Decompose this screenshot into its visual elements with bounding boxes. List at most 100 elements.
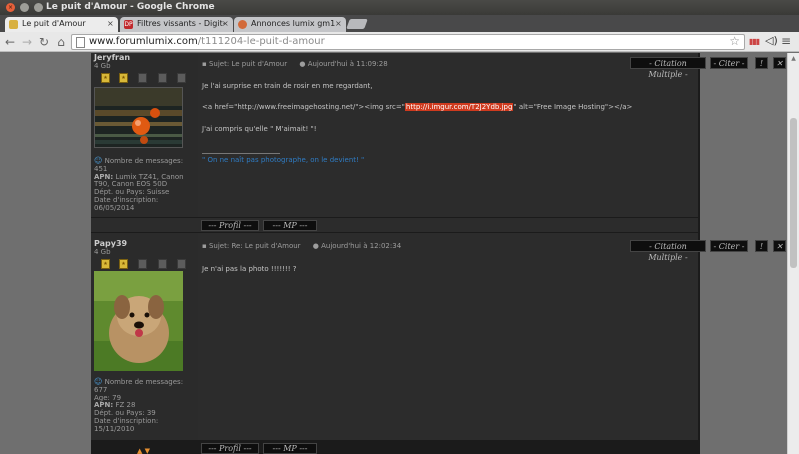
author-info: ☺ Nombre de messages: 451 APN: Lumix TZ4… — [94, 157, 198, 213]
rank-star-icon — [138, 73, 147, 83]
post-date: ● Aujourd'hui à 12:02:34 — [312, 242, 402, 250]
extension-chart-icon[interactable]: ▮▮▮ — [749, 35, 760, 49]
post-author-panel: Jeryfran 4 Gb ★ ★ ☺ Nombre de messages: … — [91, 53, 198, 232]
page-viewport: Jeryfran 4 Gb ★ ★ ☺ Nombre de messages: … — [0, 53, 787, 454]
rank-star-icon — [177, 259, 186, 269]
post-subject: ▪ Sujet: Le puit d'Amour — [202, 60, 288, 68]
window-minimize-button[interactable] — [20, 3, 29, 12]
post-rank: 4 Gb — [94, 62, 111, 70]
menu-icon[interactable]: ≡ — [781, 34, 791, 48]
author-join-date: Date d'inscription: 15/11/2010 — [94, 416, 159, 433]
forward-arrow-icon[interactable]: → — [20, 34, 34, 50]
site-favicon-icon — [238, 20, 247, 29]
messages-label: Nombre de messages: — [104, 378, 184, 386]
messages-label: Nombre de messages: — [104, 157, 184, 165]
window-maximize-button[interactable] — [34, 3, 43, 12]
forum-post: Jeryfran 4 Gb ★ ★ ☺ Nombre de messages: … — [91, 53, 786, 232]
moderate-tools-icon[interactable]: ✕ — [773, 240, 786, 252]
page-icon — [76, 37, 85, 48]
scrollbar-thumb[interactable] — [790, 118, 797, 268]
scroll-up-icon[interactable]: ▲ — [788, 55, 799, 62]
apn-label: APN: — [94, 401, 114, 410]
post-footer: --- Profil --- --- MP --- — [91, 218, 698, 232]
author-join-date: Date d'inscription: 06/05/2014 — [94, 195, 159, 212]
tab-filtres-vissants[interactable]: DP Filtres vissants - Digit- × — [120, 17, 233, 32]
post-author-panel: Papy39 4 Gb ★ ★ ☺ Nombre de messages: 67… — [91, 233, 198, 440]
rank-star-icon — [138, 259, 147, 269]
tab-label: Le puit d'Amour — [22, 19, 86, 28]
profile-button[interactable]: --- Profil --- — [201, 443, 259, 454]
apn-value: FZ 28 — [115, 401, 136, 410]
close-tab-icon[interactable]: × — [222, 17, 229, 31]
post-text-line: Je n'ai pas la photo !!!!!!! ? — [202, 265, 297, 273]
rank-star-icon: ★ — [101, 259, 110, 269]
address-bar[interactable]: www.forumlumix.com/t111204-le-puit-d-amo… — [71, 34, 745, 50]
avatar-image — [94, 271, 183, 371]
back-arrow-icon[interactable]: ← — [3, 34, 17, 50]
user-online-icon: ☺ — [94, 377, 103, 386]
rank-star-icon: ★ — [101, 73, 110, 83]
post-body: ▪ Sujet: Re: Le puit d'Amour ● Aujourd'h… — [198, 233, 786, 440]
profile-button[interactable]: --- Profil --- — [201, 220, 259, 231]
url-host: www.forumlumix.com — [89, 36, 198, 47]
rank-star-icon: ★ — [119, 259, 128, 269]
post-body: ▪ Sujet: Le puit d'Amour ● Aujourd'hui à… — [198, 53, 786, 217]
post-header: ▪ Sujet: Re: Le puit d'Amour ● Aujourd'h… — [202, 242, 411, 250]
window-title: Le puit d'Amour - Google Chrome — [46, 2, 215, 12]
post-text-line: J'ai compris qu'elle " M'aimait! "! — [202, 125, 317, 133]
author-info: ☺ Nombre de messages: 677 Age: 79 APN: F… — [94, 378, 198, 434]
report-button[interactable]: ! — [755, 240, 768, 252]
post-arrows-icon[interactable]: ▲ ▼ — [137, 447, 150, 454]
post-text-line: <a href="http://www.freeimagehosting.net… — [202, 103, 633, 111]
user-online-icon: ☺ — [94, 156, 103, 165]
forum-thread: Jeryfran 4 Gb ★ ★ ☺ Nombre de messages: … — [91, 53, 786, 454]
image-link[interactable]: http://i.imgur.com/T2J2Ydb.jpg — [404, 103, 514, 111]
tab-annonces-lumix[interactable]: Annonces lumix gm1 × — [234, 17, 346, 32]
tab-bar: Le puit d'Amour × DP Filtres vissants - … — [0, 15, 799, 32]
bookmark-star-icon[interactable]: ☆ — [729, 34, 740, 48]
extension-audio-icon[interactable]: ◁) — [765, 34, 778, 47]
post-header: ▪ Sujet: Le puit d'Amour ● Aujourd'hui à… — [202, 60, 398, 68]
window-close-button[interactable]: × — [6, 3, 15, 12]
rank-star-icon: ★ — [119, 73, 128, 83]
url-path: /t111204-le-puit-d-amour — [197, 36, 325, 47]
post-subject: ▪ Sujet: Re: Le puit d'Amour — [202, 242, 301, 250]
post-text-line: Je l'ai surprise en train de rosir en me… — [202, 82, 373, 90]
private-message-button[interactable]: --- MP --- — [263, 220, 317, 231]
signature-text: " On ne naît pas photographe, on le devi… — [202, 156, 365, 164]
rank-star-icon — [158, 73, 167, 83]
post-date: ● Aujourd'hui à 11:09:28 — [299, 60, 388, 68]
window-titlebar: × Le puit d'Amour - Google Chrome — [0, 0, 799, 15]
close-tab-icon[interactable]: × — [335, 17, 342, 31]
post-username[interactable]: Papy39 — [94, 239, 127, 248]
quote-button[interactable]: - Citer - — [710, 240, 748, 252]
avatar — [94, 271, 183, 371]
signature-divider — [202, 153, 280, 154]
tab-label: Filtres vissants - Digit- — [137, 19, 225, 28]
home-icon[interactable]: ⌂ — [54, 34, 68, 50]
vertical-scrollbar[interactable]: ▲ — [787, 53, 799, 454]
avatar — [94, 87, 183, 148]
avatar-image — [95, 88, 182, 147]
private-message-button[interactable]: --- MP --- — [263, 443, 317, 454]
post-username[interactable]: Jeryfran — [94, 53, 130, 62]
rank-star-icon — [158, 259, 167, 269]
tab-label: Annonces lumix gm1 — [251, 19, 336, 28]
browser-toolbar: ← → ↻ ⌂ www.forumlumix.com/t111204-le-pu… — [0, 32, 799, 52]
apn-label: APN: — [94, 172, 114, 181]
post-footer: --- Profil --- --- MP --- — [198, 441, 698, 454]
forum-post: Papy39 4 Gb ★ ★ ☺ Nombre de messages: 67… — [91, 233, 786, 454]
multi-quote-button[interactable]: - Citation Multiple - — [630, 57, 706, 79]
moderate-tools-icon[interactable]: ✕ — [773, 57, 786, 69]
multi-quote-button[interactable]: - Citation Multiple - — [630, 240, 706, 262]
report-button[interactable]: ! — [755, 57, 768, 69]
quote-button[interactable]: - Citer - — [710, 57, 748, 69]
dp-favicon-icon: DP — [124, 20, 133, 29]
tab-le-puit-d-amour[interactable]: Le puit d'Amour × — [5, 17, 118, 32]
close-tab-icon[interactable]: × — [107, 17, 114, 31]
forum-favicon-icon — [9, 20, 18, 29]
post-rank: 4 Gb — [94, 248, 111, 256]
reload-icon[interactable]: ↻ — [37, 34, 51, 50]
url-text: www.forumlumix.com/t111204-le-puit-d-amo… — [89, 36, 325, 47]
new-tab-button[interactable] — [346, 19, 368, 29]
